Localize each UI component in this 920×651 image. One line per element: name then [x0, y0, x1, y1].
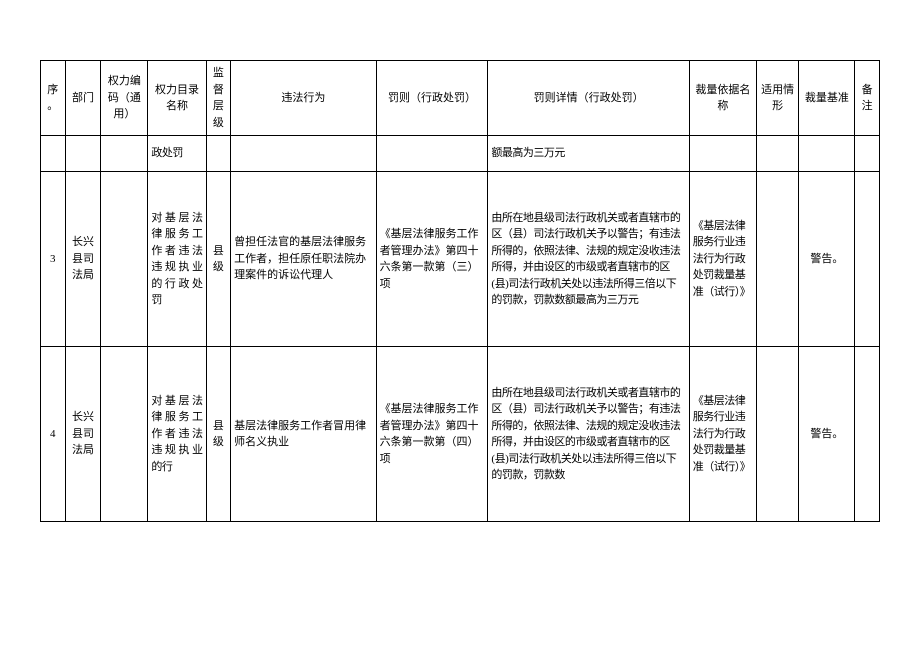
cell-detail: 由所在地县级司法行政机关或者直辖市的区（县）司法行政机关予以警告；有违法所得的，… [488, 347, 689, 522]
header-catalog: 权力目录名称 [148, 61, 206, 136]
cell-remark [855, 136, 880, 172]
cell-dept [65, 136, 101, 172]
cell-level: 县级 [206, 347, 231, 522]
cell-catalog: 对基层法律服务工作者违法违规执业的行政处罚 [148, 172, 206, 347]
cell-catalog: 政处罚 [148, 136, 206, 172]
header-violation: 违法行为 [231, 61, 376, 136]
cell-dept: 长兴县司法局 [65, 172, 101, 347]
cell-seq [41, 136, 66, 172]
cell-seq: 3 [41, 172, 66, 347]
table-row: 4 长兴县司法局 对基层法律服务工作者违法违规执业的行 县级 基层法律服务工作者… [41, 347, 880, 522]
header-penalty: 罚则（行政处罚） [376, 61, 488, 136]
cell-detail: 由所在地县级司法行政机关或者直辖市的区（县）司法行政机关予以警告；有违法所得的，… [488, 172, 689, 347]
cell-penalty: 《基层法律服务工作者管理办法》第四十六条第一款第（四）项 [376, 347, 488, 522]
header-code: 权力编码（通用） [101, 61, 148, 136]
cell-benchmark: 警告。 [799, 172, 855, 347]
cell-benchmark: 警告。 [799, 347, 855, 522]
cell-basis [689, 136, 756, 172]
table-body: 政处罚 额最高为三万元 3 长兴县司法局 对基层法律服务工作者违法违规执业的行政… [41, 136, 880, 522]
table-header: 序。 部门 权力编码（通用） 权力目录名称 监督层级 违法行为 罚则（行政处罚）… [41, 61, 880, 136]
cell-level: 县级 [206, 172, 231, 347]
header-detail: 罚则详情（行政处罚） [488, 61, 689, 136]
cell-basis: 《基层法律服务行业违法行为行政处罚裁量基准（试行）》 [689, 172, 756, 347]
cell-catalog: 对基层法律服务工作者违法违规执业的行 [148, 347, 206, 522]
cell-seq: 4 [41, 347, 66, 522]
cell-penalty [376, 136, 488, 172]
cell-violation: 基层法律服务工作者冒用律师名义执业 [231, 347, 376, 522]
table-row: 3 长兴县司法局 对基层法律服务工作者违法违规执业的行政处罚 县级 曾担任法官的… [41, 172, 880, 347]
cell-benchmark [799, 136, 855, 172]
cell-level [206, 136, 231, 172]
cell-basis: 《基层法律服务行业违法行为行政处罚裁量基准（试行）》 [689, 347, 756, 522]
cell-detail: 额最高为三万元 [488, 136, 689, 172]
header-remark: 备注 [855, 61, 880, 136]
cell-violation: 曾担任法官的基层法律服务工作者，担任原任职法院办理案件的诉讼代理人 [231, 172, 376, 347]
header-seq: 序。 [41, 61, 66, 136]
header-basis: 裁量依据名称 [689, 61, 756, 136]
cell-remark [855, 347, 880, 522]
header-benchmark: 裁量基准 [799, 61, 855, 136]
cell-code [101, 172, 148, 347]
table-row: 政处罚 额最高为三万元 [41, 136, 880, 172]
cell-situation [756, 172, 799, 347]
header-dept: 部门 [65, 61, 101, 136]
regulation-table: 序。 部门 权力编码（通用） 权力目录名称 监督层级 违法行为 罚则（行政处罚）… [40, 60, 880, 522]
cell-penalty: 《基层法律服务工作者管理办法》第四十六条第一款第（三）项 [376, 172, 488, 347]
cell-situation [756, 136, 799, 172]
cell-violation [231, 136, 376, 172]
header-level: 监督层级 [206, 61, 231, 136]
cell-situation [756, 347, 799, 522]
cell-dept: 长兴县司法局 [65, 347, 101, 522]
header-situation: 适用情形 [756, 61, 799, 136]
cell-code [101, 347, 148, 522]
cell-remark [855, 172, 880, 347]
cell-code [101, 136, 148, 172]
